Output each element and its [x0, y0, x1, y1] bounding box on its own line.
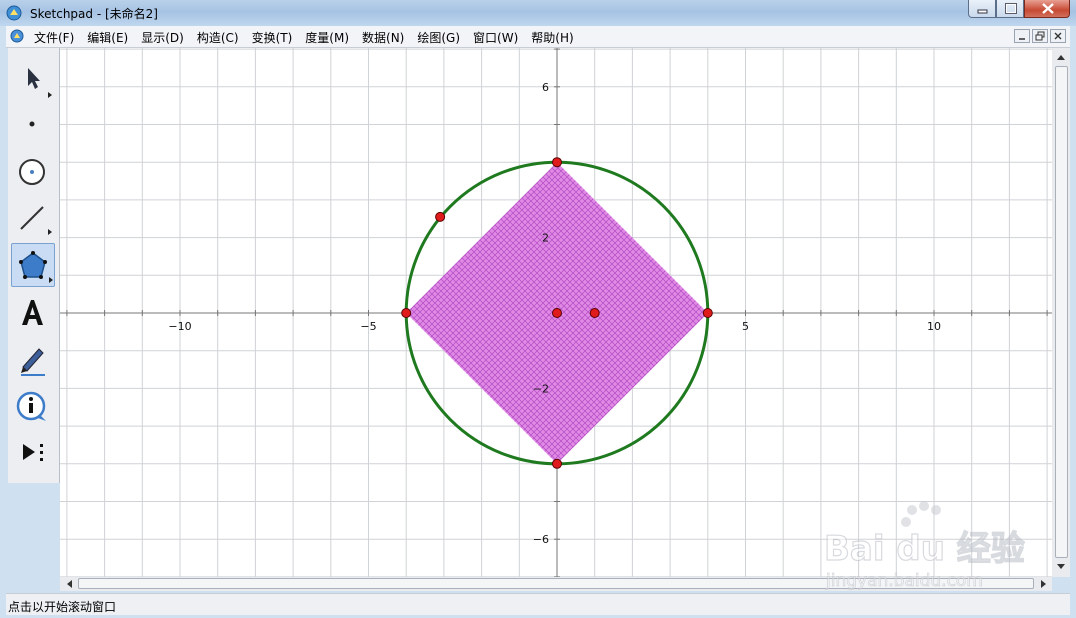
menu-construct[interactable]: 构造(C) — [197, 29, 239, 46]
point-left-vertex[interactable] — [401, 308, 412, 318]
y-tick-label: −2 — [533, 382, 549, 395]
minimize-icon — [977, 9, 988, 14]
y-tick-label: 6 — [542, 81, 549, 94]
watermark-brand: Bai du 经验 — [824, 529, 1025, 569]
play-dots-icon — [23, 444, 43, 461]
status-text: 点击以开始滚动窗口 — [8, 600, 117, 614]
minimize-button[interactable] — [968, 0, 996, 18]
document-icon[interactable] — [10, 29, 24, 43]
line-segment-icon — [20, 206, 52, 235]
pentagon-icon — [19, 251, 53, 283]
polygon-tool[interactable] — [11, 243, 55, 287]
straightedge-tool[interactable] — [11, 195, 55, 239]
menu-data[interactable]: 数据(N) — [362, 29, 404, 46]
letter-a-icon — [22, 300, 43, 325]
menu-edit[interactable]: 编辑(E) — [87, 29, 128, 46]
marker-tool[interactable] — [11, 337, 55, 381]
doc-restore-button[interactable] — [1032, 29, 1048, 43]
window-title: Sketchpad - [未命名2] — [30, 7, 158, 21]
text-tool[interactable] — [11, 290, 55, 334]
point-tool[interactable] — [11, 102, 55, 146]
baidu-jingyan-watermark: Bai du 经验 jingyan.baidu.com — [823, 501, 1025, 591]
menu-graph[interactable]: 绘图(G) — [417, 29, 460, 46]
x-tick-label: 10 — [927, 320, 941, 333]
vertical-scrollbar[interactable] — [1052, 48, 1070, 577]
point-icon — [29, 121, 35, 127]
menu-display[interactable]: 显示(D) — [141, 29, 184, 46]
menu-transform[interactable]: 变换(T) — [252, 29, 293, 46]
point-center[interactable] — [552, 308, 562, 318]
close-button[interactable] — [1024, 0, 1070, 18]
status-bar: 点击以开始滚动窗口 — [6, 593, 1070, 615]
restore-icon — [1035, 31, 1045, 41]
menu-bar: 文件(F) 编辑(E) 显示(D) 构造(C) 变换(T) 度量(M) 数据(N… — [6, 26, 1070, 48]
vertical-scroll-thumb[interactable] — [1055, 66, 1068, 558]
x-tick-label: 5 — [742, 320, 749, 333]
information-tool[interactable] — [11, 384, 55, 428]
arrow-cursor-icon — [28, 68, 52, 98]
close-icon — [1042, 3, 1054, 14]
menu-items: 文件(F) 编辑(E) 显示(D) 构造(C) 变换(T) 度量(M) 数据(N… — [34, 29, 587, 46]
point-right-vertex[interactable] — [702, 308, 713, 318]
circle-icon — [19, 159, 45, 185]
maximize-button[interactable] — [996, 0, 1024, 18]
scroll-up-icon[interactable] — [1052, 50, 1070, 64]
arrow-select-tool[interactable] — [11, 56, 55, 100]
custom-tool[interactable] — [11, 430, 55, 474]
maximize-icon — [1005, 3, 1017, 14]
toolbox — [8, 48, 60, 483]
minimize-icon — [1019, 38, 1025, 40]
doc-minimize-button[interactable] — [1014, 29, 1030, 43]
menu-file[interactable]: 文件(F) — [34, 29, 74, 46]
point-bottom-vertex[interactable] — [552, 458, 562, 469]
sketchpad-app-icon — [6, 5, 22, 21]
scroll-down-icon[interactable] — [1052, 560, 1070, 574]
info-icon — [16, 391, 46, 421]
menu-measure[interactable]: 度量(M) — [305, 29, 349, 46]
menu-help[interactable]: 帮助(H) — [531, 29, 573, 46]
close-icon — [1054, 32, 1062, 40]
marker-pen-icon — [21, 348, 45, 376]
point-circle-point[interactable] — [435, 211, 446, 222]
title-bar: Sketchpad - [未命名2] — [0, 0, 1076, 26]
x-tick-label: −5 — [360, 320, 376, 333]
point-unit-point[interactable] — [589, 308, 600, 318]
compass-tool[interactable] — [11, 149, 55, 193]
y-tick-label: 2 — [542, 232, 549, 245]
point-top-vertex[interactable] — [552, 157, 562, 168]
x-tick-label: −10 — [168, 320, 191, 333]
y-tick-label: −6 — [533, 533, 549, 546]
watermark-url: jingyan.baidu.com — [825, 571, 983, 591]
menu-window[interactable]: 窗口(W) — [473, 29, 518, 46]
scroll-left-icon[interactable] — [63, 577, 77, 591]
doc-close-button[interactable] — [1050, 29, 1066, 43]
